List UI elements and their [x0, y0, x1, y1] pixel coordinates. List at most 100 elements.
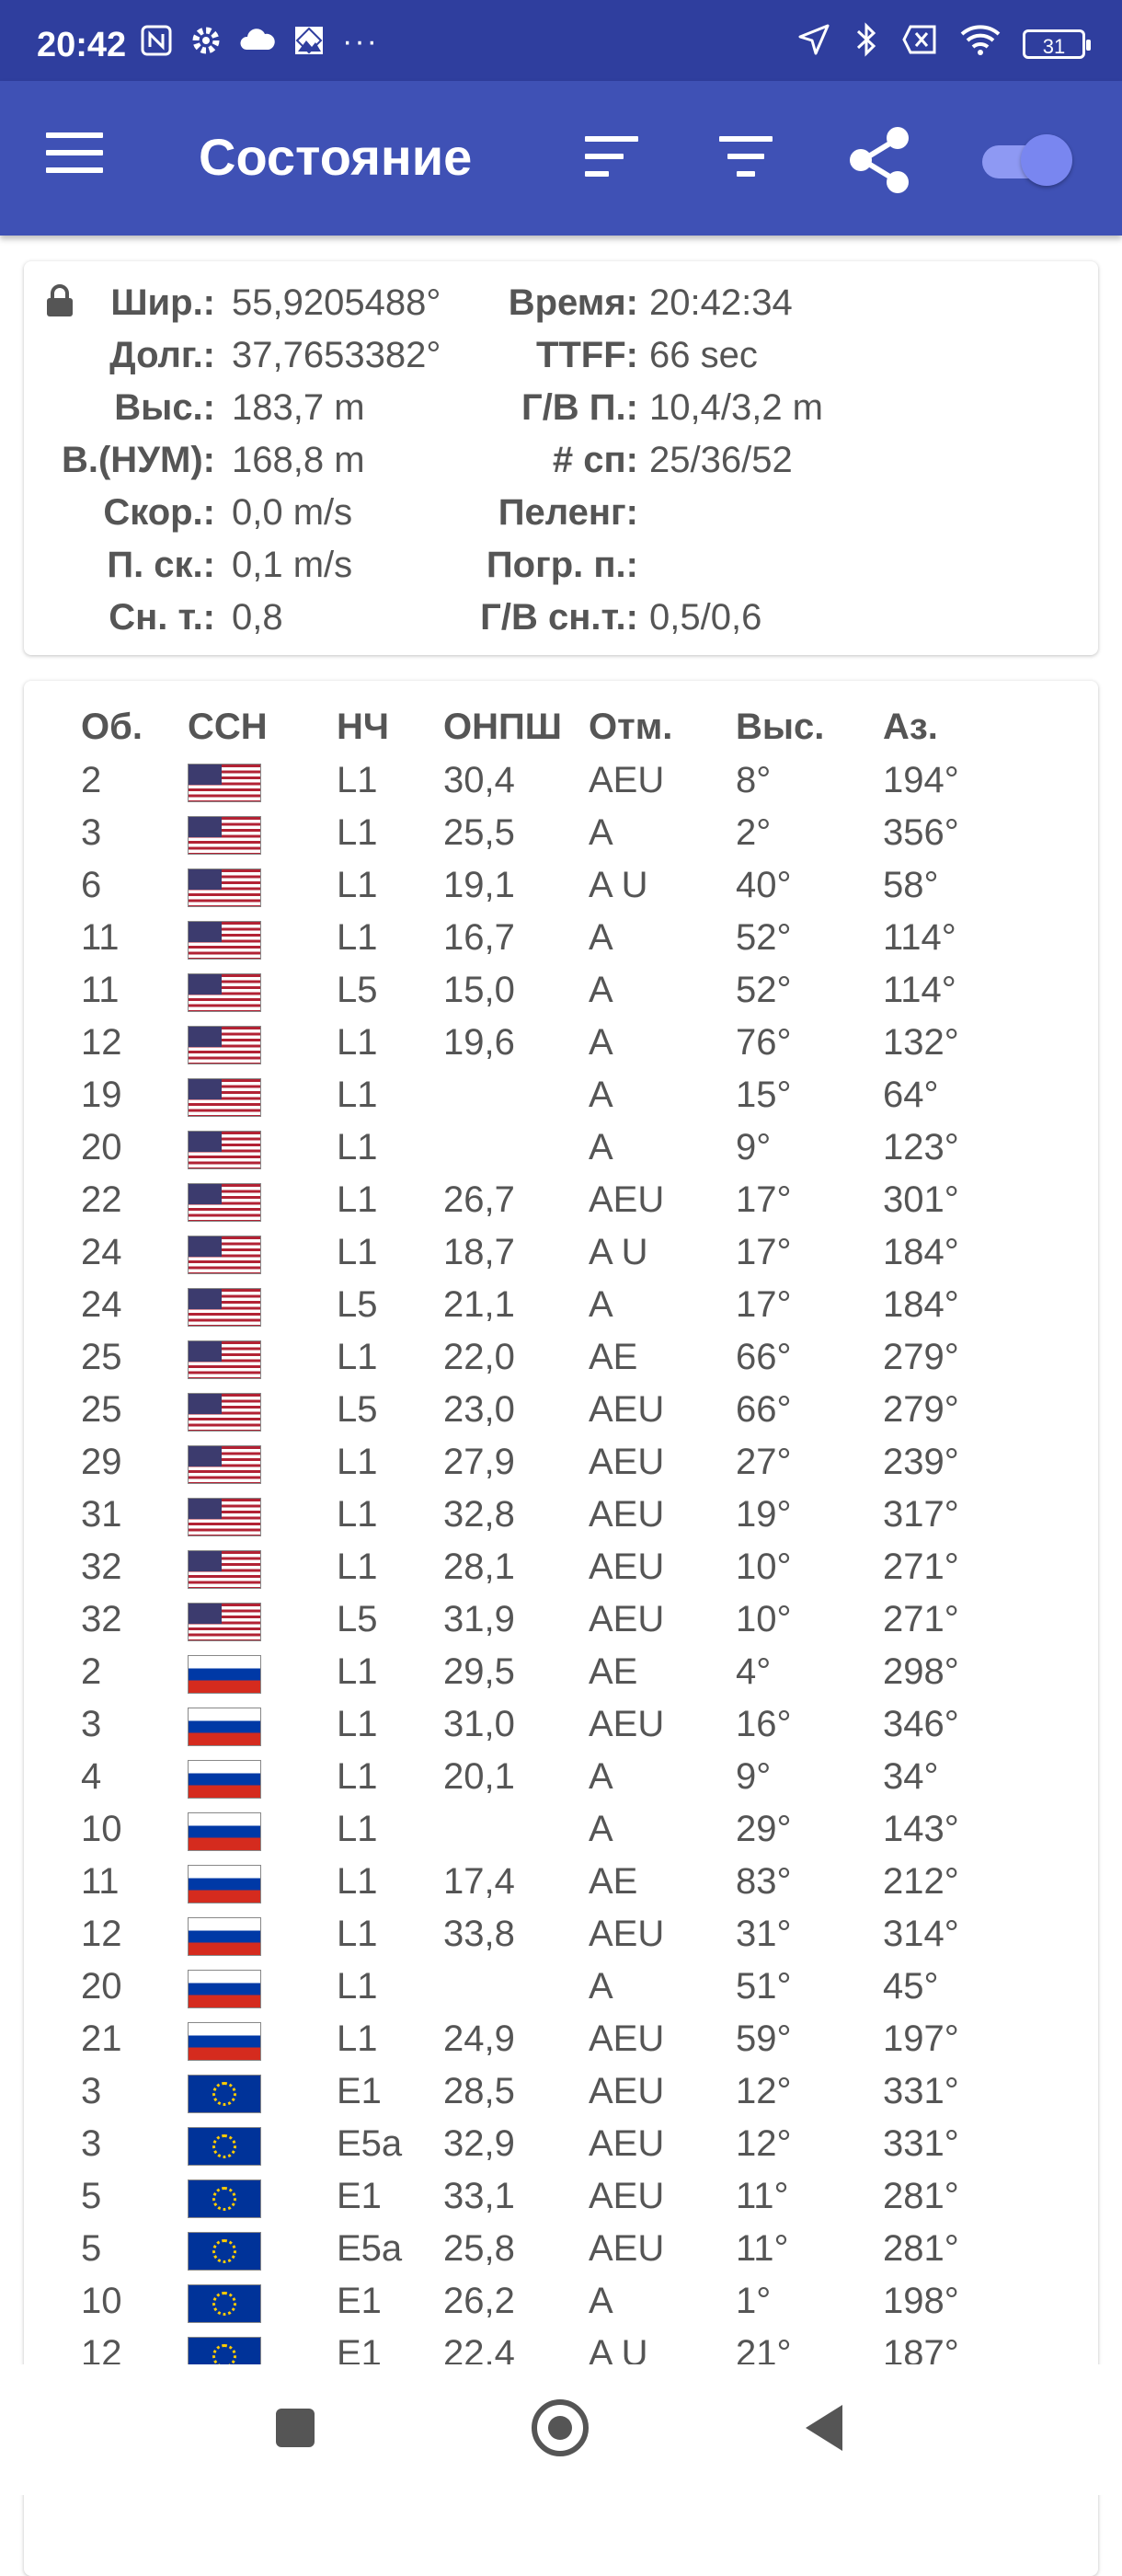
azimuth-cell: 271° [883, 1547, 959, 1587]
azimuth-cell: 298° [883, 1651, 959, 1692]
flags-cell: AEU [589, 1599, 665, 1639]
elevation-cell: 52° [736, 917, 792, 958]
hdop-value: 0,8 [232, 597, 283, 638]
carrier-freq-cell: L1 [337, 1966, 378, 2007]
svid-cell: 24 [81, 1232, 122, 1272]
svid-cell: 20 [81, 1127, 122, 1167]
flag-eu-icon [188, 2075, 261, 2113]
table-row: 22 L1 26,7 AEU 17° 301° [24, 1174, 1098, 1226]
svid-cell: 10 [81, 1809, 122, 1849]
latitude-row: Шир.: 55,9205488° Время: 20:42:34 [24, 280, 1098, 326]
elevation-cell: 17° [736, 1232, 792, 1272]
hv-dop-value: 0,5/0,6 [649, 597, 762, 638]
flags-cell: A [589, 970, 613, 1010]
table-row: 20 L1 A 9° 123° [24, 1121, 1098, 1174]
svid-cell: 10 [81, 2281, 122, 2321]
longitude-label: Долг.: [109, 335, 215, 375]
share-icon[interactable] [844, 125, 914, 195]
latitude-value: 55,9205488° [232, 282, 441, 323]
nfc-icon [140, 24, 173, 65]
back-button[interactable] [806, 2405, 842, 2451]
table-row: 32 L5 31,9 AEU 10° 271° [24, 1593, 1098, 1646]
flags-cell: A [589, 1022, 613, 1063]
flag-us-icon [188, 1078, 261, 1117]
carrier-freq-cell: L5 [337, 1389, 378, 1430]
bluetooth-icon [853, 22, 879, 65]
cn0-cell: 19,6 [443, 1022, 515, 1063]
azimuth-cell: 356° [883, 812, 959, 853]
elevation-cell: 76° [736, 1022, 792, 1063]
azimuth-cell: 314° [883, 1914, 959, 1954]
sats-count-label: # сп: [552, 440, 638, 480]
flags-cell: A [589, 1756, 613, 1797]
flag-ru-icon [188, 1708, 261, 1746]
satellite-status-card: Об. ССН НЧ ОНПШ Отм. Выс. Аз. 2 L1 30,4 AEU… [24, 681, 1098, 2576]
flag-eu-icon [188, 2127, 261, 2166]
ttff-label: TTFF: [535, 335, 638, 375]
svid-cell: 11 [81, 1861, 120, 1902]
flags-cell: A [589, 1966, 613, 2007]
elevation-cell: 11° [736, 2228, 789, 2269]
wifi-icon [960, 23, 1001, 64]
table-row: 6 L1 19,1 A U 40° 58° [24, 859, 1098, 912]
svid-cell: 25 [81, 1337, 122, 1377]
time-value: 20:42:34 [649, 282, 793, 323]
table-row: 20 L1 A 51° 45° [24, 1961, 1098, 2013]
header-elevation: Выс. [736, 707, 825, 747]
elevation-cell: 40° [736, 865, 792, 905]
svid-cell: 5 [81, 2228, 102, 2269]
carrier-freq-cell: L1 [337, 865, 378, 905]
azimuth-cell: 143° [883, 1809, 959, 1849]
sort-icon[interactable] [585, 136, 638, 177]
flag-ru-icon [188, 1812, 261, 1851]
elevation-cell: 31° [736, 1914, 792, 1954]
flags-cell: A [589, 2281, 613, 2321]
gps-toggle-switch[interactable] [979, 134, 1072, 186]
flag-us-icon [188, 1026, 261, 1064]
svid-cell: 2 [81, 760, 102, 800]
home-button[interactable] [532, 2399, 589, 2456]
cn0-cell: 29,5 [443, 1651, 515, 1692]
elevation-cell: 66° [736, 1389, 792, 1430]
menu-icon[interactable] [46, 132, 103, 180]
flag-us-icon [188, 764, 261, 802]
carrier-freq-cell: L1 [337, 1179, 378, 1220]
azimuth-cell: 198° [883, 2281, 959, 2321]
elevation-cell: 66° [736, 1337, 792, 1377]
system-icons: 31 [796, 22, 1091, 65]
azimuth-cell: 281° [883, 2228, 959, 2269]
toggle-knob [1021, 134, 1072, 186]
battery-icon: 31 [1023, 29, 1091, 59]
flags-cell: AE [589, 1861, 638, 1902]
carrier-freq-cell: L1 [337, 1914, 378, 1954]
flags-cell: AEU [589, 1389, 665, 1430]
table-row: 11 L1 16,7 A 52° 114° [24, 912, 1098, 964]
carrier-freq-cell: L1 [337, 1547, 378, 1587]
flag-ru-icon [188, 1760, 261, 1799]
cn0-cell: 17,4 [443, 1861, 515, 1902]
table-row: 12 L1 19,6 A 76° 132° [24, 1017, 1098, 1069]
svid-cell: 11 [81, 970, 120, 1010]
table-row: 31 L1 32,8 AEU 19° 317° [24, 1489, 1098, 1541]
cn0-cell: 23,0 [443, 1389, 515, 1430]
flag-ru-icon [188, 1917, 261, 1956]
more-icon: ··· [342, 24, 379, 59]
flags-cell: A [589, 1127, 613, 1167]
cn0-cell: 22,0 [443, 1337, 515, 1377]
flags-cell: AE [589, 1651, 638, 1692]
filter-icon[interactable] [719, 136, 773, 177]
elevation-cell: 29° [736, 1809, 792, 1849]
elevation-cell: 27° [736, 1442, 792, 1482]
svid-cell: 12 [81, 1022, 122, 1063]
azimuth-cell: 123° [883, 1127, 959, 1167]
bearing-accuracy-label: Погр. п.: [486, 545, 638, 585]
flags-cell: A [589, 812, 613, 853]
elevation-cell: 15° [736, 1075, 792, 1115]
carrier-freq-cell: L1 [337, 812, 378, 853]
table-row: 25 L5 23,0 AEU 66° 279° [24, 1384, 1098, 1436]
flag-us-icon [188, 1498, 261, 1536]
table-row: 32 L1 28,1 AEU 10° 271° [24, 1541, 1098, 1593]
svid-cell: 32 [81, 1599, 122, 1639]
sim-off-icon [901, 24, 938, 63]
recents-button[interactable] [276, 2409, 315, 2447]
